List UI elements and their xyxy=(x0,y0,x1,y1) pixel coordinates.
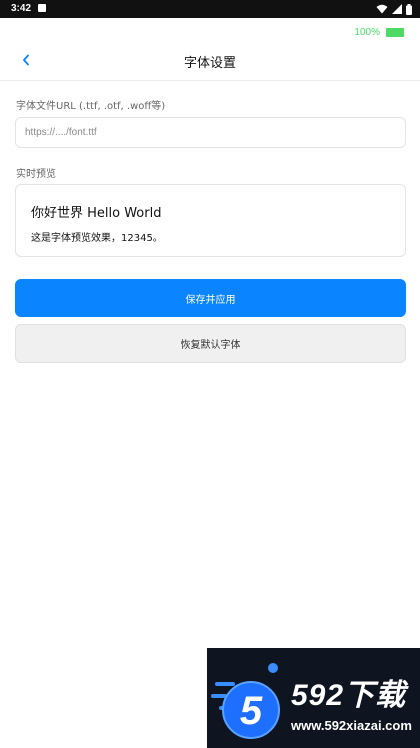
font-url-input[interactable] xyxy=(15,117,406,148)
page-title: 字体设置 xyxy=(183,56,236,71)
preview-text-heading: 你好世界 Hello World xyxy=(31,206,162,221)
watermark-logo: 5 xyxy=(211,663,280,739)
watermark-overlay: 5 592下载 www.592xiazai.com xyxy=(207,648,420,748)
watermark-brand: 592下载 xyxy=(291,679,407,712)
signal-icon xyxy=(392,4,402,14)
battery-level-icon xyxy=(386,28,404,37)
status-bar: 3:42 xyxy=(0,0,420,18)
restore-default-font-button[interactable]: 恢复默认字体 xyxy=(15,324,406,363)
preview-text-body: 这是字体预览效果，12345。 xyxy=(31,233,163,244)
watermark-logo-digit: 5 xyxy=(240,689,263,733)
battery-icon xyxy=(406,3,412,15)
font-preview-card: 你好世界 Hello World 这是字体预览效果，12345。 xyxy=(15,184,406,257)
preview-label: 实时预览 xyxy=(16,169,56,180)
save-and-apply-button[interactable]: 保存并应用 xyxy=(15,279,406,317)
status-icons xyxy=(376,3,412,15)
wifi-icon xyxy=(376,4,388,14)
watermark-url: www.592xiazai.com xyxy=(291,718,412,733)
app-battery-indicator: 100% xyxy=(354,27,404,38)
page-header: 字体设置 xyxy=(0,42,420,81)
status-time: 3:42 xyxy=(11,3,32,14)
battery-percentage: 100% xyxy=(354,27,380,38)
font-url-label: 字体文件URL (.ttf, .otf, .woff等) xyxy=(16,101,166,112)
notification-icon xyxy=(38,4,46,12)
